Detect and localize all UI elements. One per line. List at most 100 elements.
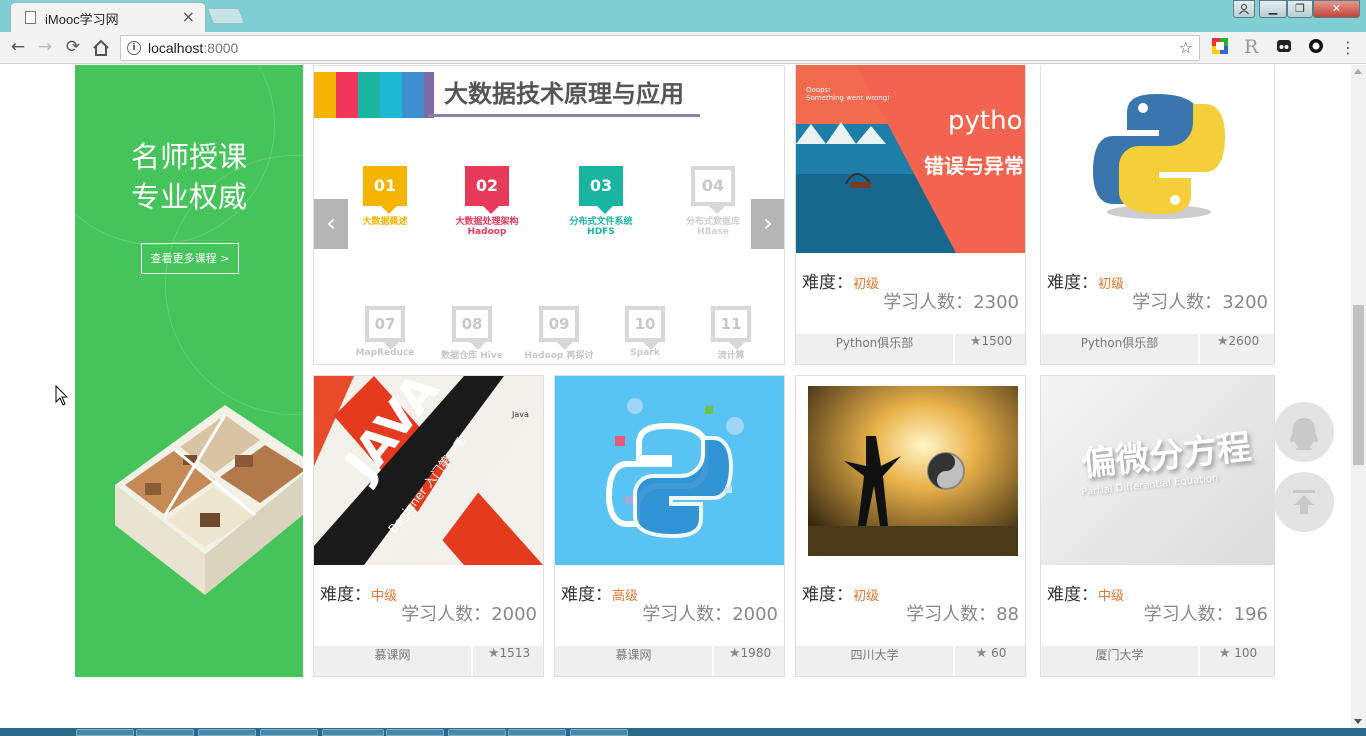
taskbar-item[interactable]: [386, 729, 444, 736]
star-icon: ★: [969, 334, 982, 349]
scrollbar-thumb: [1353, 305, 1364, 465]
taskbar-item[interactable]: [136, 729, 194, 736]
back-to-top-button[interactable]: [1274, 472, 1334, 532]
course-thumbnail-java: JAVA Beginner 入门第一季 Java: [314, 376, 543, 565]
taskbar-item[interactable]: [508, 729, 566, 736]
reload-icon[interactable]: ⟳: [61, 36, 85, 60]
close-window-button[interactable]: ✕: [1313, 0, 1360, 18]
course-favorites[interactable]: ★ 100: [1202, 646, 1274, 676]
course-level: 难度：高级: [561, 585, 639, 605]
course-learner-count: 学习人数：196: [1143, 604, 1268, 625]
restore-window-button[interactable]: ❐: [1287, 0, 1313, 18]
arrow-up-to-top-icon: [1293, 490, 1315, 514]
course-card[interactable]: 难度：高级 学习人数：2000 慕课网 ★1980: [554, 375, 785, 677]
course-level: 难度：中级: [320, 585, 398, 605]
course-favorites[interactable]: ★2600: [1202, 334, 1274, 364]
tab-close-icon[interactable]: ×: [182, 7, 195, 26]
browser-toolbar: ← → ⟳ i localhost:8000 ☆: [0, 32, 1366, 64]
course-school[interactable]: 慕课网: [555, 646, 714, 676]
banner-title: 大数据技术原理与应用: [444, 80, 684, 108]
course-card[interactable]: 难度：初级 学习人数：3200 Python俱乐部 ★2600: [1040, 65, 1275, 365]
taskbar-item[interactable]: [322, 729, 384, 736]
course-learner-count: 学习人数：2000: [401, 604, 537, 625]
banner-module-02: 02 大数据处理架构 Hadoop: [444, 166, 530, 237]
r-extension-icon[interactable]: R: [1244, 36, 1260, 58]
course-card[interactable]: 偏微分方程 Partial Differential Equation 难度：中…: [1040, 375, 1275, 677]
qq-contact-button[interactable]: [1274, 402, 1334, 462]
forward-arrow-icon[interactable]: →: [33, 36, 57, 60]
incognito-extension-icon[interactable]: [1276, 38, 1292, 54]
circle-extension-icon[interactable]: [1308, 38, 1324, 54]
course-school[interactable]: 慕课网: [314, 646, 473, 676]
star-icon: ★: [487, 646, 500, 661]
view-more-courses-button[interactable]: 查看更多课程 >: [141, 243, 239, 274]
course-card-footer: Python俱乐部 ★1500: [796, 334, 1025, 364]
course-card-footer: 厦门大学 ★ 100: [1041, 646, 1274, 676]
course-card[interactable]: 难度：初级 学习人数：88 四川大学 ★ 60: [795, 375, 1026, 677]
banner-module-10: 10 Spark: [610, 306, 680, 358]
thumbnail-title-text: 偏微分方程: [1079, 427, 1253, 485]
course-school[interactable]: 厦门大学: [1041, 646, 1200, 676]
page-viewport: 名师授课 专业权威 查看更多课程 > 大数据技术原理与应用 01 大数据概述 0…: [0, 65, 1351, 728]
home-icon[interactable]: [89, 36, 113, 60]
course-card-footer: 慕课网 ★1513: [314, 646, 543, 676]
page-scrollbar[interactable]: [1351, 65, 1366, 728]
taskbar-item[interactable]: [260, 729, 318, 736]
course-school[interactable]: Python俱乐部: [796, 334, 955, 364]
bookmark-star-icon[interactable]: ☆: [1179, 38, 1193, 57]
course-school[interactable]: 四川大学: [796, 646, 955, 676]
course-banner-bigdata[interactable]: 大数据技术原理与应用 01 大数据概述 02 大数据处理架构 Hadoop 03…: [313, 65, 785, 365]
scroll-up-arrow-icon: [1354, 69, 1362, 74]
course-card[interactable]: Ooops! Something went wrong! python 错误与异…: [795, 65, 1026, 365]
banner-module-03: 03 分布式文件系统 HDFS: [558, 166, 644, 237]
python-logo-icon: [1093, 94, 1225, 219]
os-taskbar: [0, 728, 1366, 736]
taskbar-item[interactable]: [76, 729, 134, 736]
course-favorites[interactable]: ★1513: [475, 646, 543, 676]
new-tab-button[interactable]: [207, 8, 245, 24]
course-level: 难度：初级: [802, 273, 880, 293]
taskbar-item[interactable]: [448, 729, 506, 736]
course-card[interactable]: JAVA Beginner 入门第一季 Java 难度：中级 学习人数：2000…: [313, 375, 544, 677]
course-learner-count: 学习人数：88: [906, 604, 1019, 625]
course-favorites[interactable]: ★ 60: [957, 646, 1025, 676]
page-favicon-icon: [25, 11, 36, 24]
banner-module-04: 04 分布式数据库 HBase: [670, 166, 756, 237]
course-thumbnail-taichi: [796, 376, 1025, 565]
course-card-footer: Python俱乐部 ★2600: [1041, 334, 1274, 364]
course-thumbnail-pde: 偏微分方程 Partial Differential Equation: [1041, 376, 1274, 565]
promo-panel: 名师授课 专业权威 查看更多课程 >: [75, 65, 303, 677]
taskbar-item[interactable]: [570, 729, 628, 736]
java-logo-icon: Java: [512, 410, 529, 419]
course-thumbnail-python-blue: [555, 376, 784, 565]
thumbnail-note-text: Ooops! Something went wrong!: [806, 86, 890, 102]
scroll-down-arrow-icon: [1354, 719, 1362, 724]
thumbnail-subtitle-text: 错误与异常: [924, 154, 1024, 178]
mouse-cursor-icon: [55, 385, 69, 406]
course-favorites[interactable]: ★1500: [957, 334, 1025, 364]
carousel-prev-button[interactable]: ‹: [314, 199, 348, 249]
address-bar[interactable]: i localhost:8000 ☆: [120, 35, 1200, 61]
taskbar-item[interactable]: [198, 729, 256, 736]
banner-title-underline: [428, 114, 700, 117]
banner-module-11: 11 流计算: [696, 306, 766, 361]
house-floorplan-image: [115, 405, 303, 595]
course-card-footer: 慕课网 ★1980: [555, 646, 784, 676]
course-level: 难度：中级: [1047, 585, 1125, 605]
thumbnail-title-text: python: [948, 106, 1025, 136]
minimize-window-button[interactable]: ▁: [1259, 0, 1287, 18]
carousel-next-button[interactable]: ›: [751, 199, 784, 249]
course-thumbnail-python-errors: Ooops! Something went wrong! python 错误与异…: [796, 65, 1025, 253]
course-favorites[interactable]: ★1980: [716, 646, 784, 676]
user-profile-icon[interactable]: [1233, 0, 1255, 18]
google-extension-icon[interactable]: [1212, 38, 1228, 54]
star-icon: ★: [728, 646, 741, 661]
back-arrow-icon[interactable]: ←: [6, 36, 30, 60]
browser-menu-icon[interactable]: ⋮: [1340, 38, 1356, 57]
browser-tab[interactable]: iMooc学习网 ×: [10, 2, 206, 32]
promo-headline: 名师授课 专业权威: [130, 140, 247, 214]
site-info-icon[interactable]: i: [127, 41, 141, 55]
browser-titlebar: iMooc学习网 × ▁ ❐ ✕: [0, 0, 1366, 32]
course-school[interactable]: Python俱乐部: [1041, 334, 1200, 364]
banner-module-08: 08 数据仓库 Hive: [434, 306, 510, 361]
